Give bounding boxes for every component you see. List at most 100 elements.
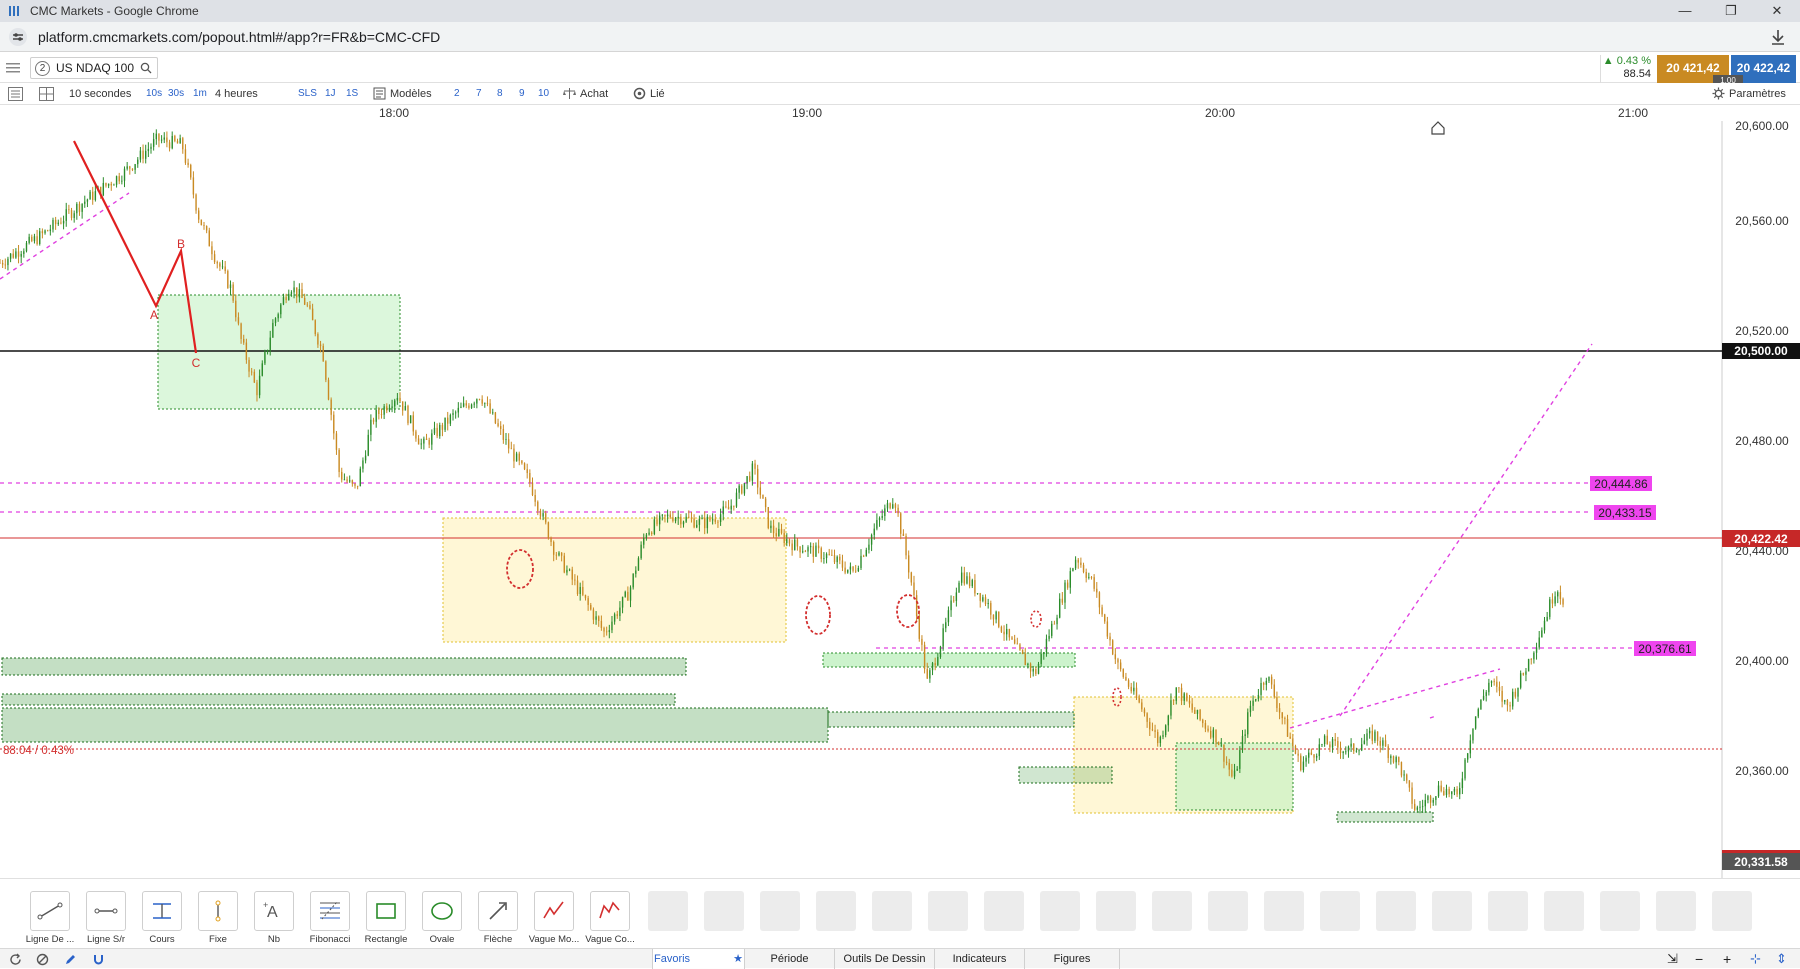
tool-wave-motive[interactable]: Vague Mo... bbox=[526, 891, 582, 945]
trendline-2[interactable] bbox=[1339, 343, 1593, 717]
tool-wave-corrective[interactable]: Vague Co... bbox=[582, 891, 638, 945]
candle-body bbox=[1125, 676, 1127, 681]
pencil-icon[interactable] bbox=[64, 953, 77, 966]
empty-slot[interactable] bbox=[648, 891, 688, 931]
price-chart[interactable]: A B C 88.04 / 0.43% 20,600.00 20,560.00 … bbox=[0, 121, 1800, 878]
tool-rectangle[interactable]: Rectangle bbox=[358, 891, 414, 945]
number-2[interactable]: 2 bbox=[454, 83, 460, 105]
chart-canvas[interactable]: A B C 88.04 / 0.43% 20,600.00 20,560.00 … bbox=[0, 121, 1800, 878]
candle-body bbox=[576, 580, 579, 595]
empty-slot[interactable] bbox=[1488, 891, 1528, 931]
linked-button[interactable]: Lié bbox=[633, 83, 665, 105]
marker-ellipse-2[interactable] bbox=[805, 595, 831, 635]
empty-slot[interactable] bbox=[928, 891, 968, 931]
marker-ellipse-3[interactable] bbox=[896, 594, 920, 628]
templates-button[interactable]: Modèles bbox=[373, 83, 432, 105]
tool-price[interactable]: Cours bbox=[134, 891, 190, 945]
candle-body bbox=[815, 545, 817, 557]
liquidity-strip-6[interactable] bbox=[1018, 766, 1113, 784]
list-icon[interactable] bbox=[8, 87, 23, 101]
empty-slot[interactable] bbox=[1096, 891, 1136, 931]
candle-body bbox=[240, 323, 242, 339]
empty-slot[interactable] bbox=[1600, 891, 1640, 931]
candle-body bbox=[68, 209, 70, 211]
tool-arrow[interactable]: Flèche bbox=[470, 891, 526, 945]
empty-slot[interactable] bbox=[1712, 891, 1752, 931]
no-symbol-icon[interactable] bbox=[36, 953, 49, 966]
number-8[interactable]: 8 bbox=[497, 83, 503, 105]
tab-outils-dessin[interactable]: Outils De Dessin bbox=[834, 949, 934, 969]
empty-slot[interactable] bbox=[1264, 891, 1304, 931]
search-icon[interactable] bbox=[140, 62, 152, 74]
minimize-button[interactable]: — bbox=[1662, 0, 1708, 22]
magnet-icon[interactable] bbox=[92, 953, 105, 966]
interval-30s[interactable]: 30s bbox=[168, 83, 184, 105]
range-sls[interactable]: SLS bbox=[298, 83, 317, 105]
tool-trendline[interactable]: Ligne De ... bbox=[22, 891, 78, 945]
refresh-icon[interactable] bbox=[9, 953, 22, 966]
tool-ellipse[interactable]: Ovale bbox=[414, 891, 470, 945]
zoom-in-icon[interactable]: + bbox=[1723, 949, 1731, 969]
zoom-out-icon[interactable]: − bbox=[1695, 949, 1703, 969]
tool-fixed[interactable]: Fixe bbox=[190, 891, 246, 945]
tab-figures[interactable]: Figures bbox=[1024, 949, 1120, 969]
empty-slot[interactable] bbox=[760, 891, 800, 931]
tool-hline[interactable]: Ligne S/r bbox=[78, 891, 134, 945]
crosshair-icon[interactable]: ⊹ bbox=[1750, 949, 1761, 969]
candle-body bbox=[439, 424, 441, 437]
liquidity-strip-2[interactable] bbox=[1, 693, 676, 706]
tab-favoris[interactable]: Favoris ★ bbox=[652, 949, 744, 969]
range-1j[interactable]: 1J bbox=[325, 83, 336, 105]
number-10[interactable]: 10 bbox=[538, 83, 549, 105]
liquidity-strip-1[interactable] bbox=[1, 657, 687, 676]
tab-indicateurs[interactable]: Indicateurs bbox=[934, 949, 1024, 969]
empty-slot[interactable] bbox=[1432, 891, 1472, 931]
grid-layout-icon[interactable] bbox=[39, 87, 54, 101]
hamburger-menu-icon[interactable] bbox=[6, 61, 22, 75]
empty-slot[interactable] bbox=[704, 891, 744, 931]
number-9[interactable]: 9 bbox=[519, 83, 525, 105]
number-7[interactable]: 7 bbox=[476, 83, 482, 105]
close-button[interactable]: ✕ bbox=[1754, 0, 1800, 22]
trendline-3[interactable] bbox=[1289, 668, 1501, 729]
interval-1m[interactable]: 1m bbox=[193, 83, 207, 105]
empty-slot[interactable] bbox=[1656, 891, 1696, 931]
settings-button[interactable]: Paramètres bbox=[1712, 83, 1786, 105]
interval-dropdown[interactable]: 10 secondes bbox=[69, 83, 131, 105]
candle-body bbox=[269, 337, 271, 350]
candle-body bbox=[1368, 730, 1371, 734]
site-settings-icon[interactable] bbox=[8, 27, 28, 47]
empty-slot[interactable] bbox=[1208, 891, 1248, 931]
download-icon[interactable] bbox=[1768, 27, 1788, 47]
empty-slot[interactable] bbox=[1152, 891, 1192, 931]
empty-slot[interactable] bbox=[1544, 891, 1584, 931]
url-text[interactable]: platform.cmcmarkets.com/popout.html#/app… bbox=[38, 29, 440, 45]
empty-slot[interactable] bbox=[1040, 891, 1080, 931]
candle-body bbox=[1149, 721, 1151, 730]
demand-zone-1[interactable] bbox=[157, 294, 401, 410]
liquidity-strip-4[interactable] bbox=[822, 652, 1076, 668]
marker-ellipse-4[interactable] bbox=[1030, 610, 1042, 628]
range-dropdown[interactable]: 4 heures bbox=[215, 83, 258, 105]
fit-icon[interactable]: ⇲ bbox=[1667, 949, 1678, 969]
expand-icon[interactable]: ⇕ bbox=[1776, 949, 1787, 969]
tool-fibonacci[interactable]: Fibonacci bbox=[302, 891, 358, 945]
empty-slot[interactable] bbox=[872, 891, 912, 931]
empty-slot[interactable] bbox=[984, 891, 1024, 931]
maximize-button[interactable]: ❐ bbox=[1708, 0, 1754, 22]
tab-periode[interactable]: Période bbox=[744, 949, 834, 969]
trendline-1[interactable] bbox=[0, 192, 130, 280]
liquidity-strip-3[interactable] bbox=[1, 707, 829, 743]
achat-button[interactable]: Achat bbox=[563, 83, 608, 105]
candle-body bbox=[555, 554, 558, 556]
empty-slot[interactable] bbox=[816, 891, 856, 931]
liquidity-strip-7[interactable] bbox=[1336, 811, 1434, 823]
empty-slot[interactable] bbox=[1376, 891, 1416, 931]
interval-10s[interactable]: 10s bbox=[146, 83, 162, 105]
symbol-selector[interactable]: 2 US NDAQ 100 bbox=[30, 57, 158, 79]
liquidity-strip-5[interactable] bbox=[827, 711, 1075, 728]
range-1s[interactable]: 1S bbox=[346, 83, 358, 105]
empty-slot[interactable] bbox=[1320, 891, 1360, 931]
tool-text[interactable]: A + Nb bbox=[246, 891, 302, 945]
home-icon[interactable] bbox=[1431, 121, 1445, 135]
